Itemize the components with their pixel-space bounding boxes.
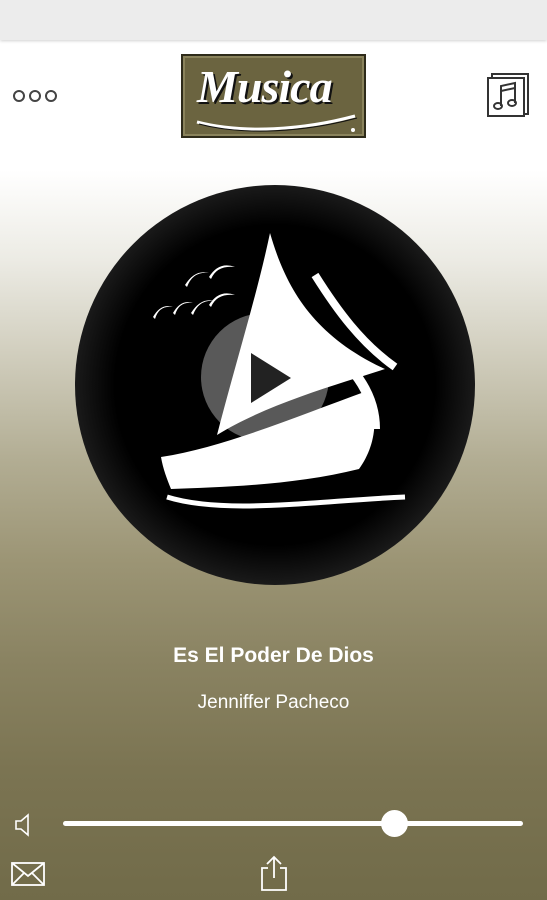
menu-dot — [13, 90, 25, 102]
song-title: Es El Poder De Dios — [173, 644, 374, 667]
playlist-button[interactable] — [486, 72, 532, 118]
more-dots-icon[interactable] — [13, 86, 63, 106]
volume-slider[interactable] — [63, 810, 523, 837]
album-artwork[interactable] — [75, 185, 475, 585]
song-artist: Jenniffer Pacheco — [197, 692, 350, 713]
speaker-icon[interactable] — [12, 812, 38, 838]
music-note-icon — [487, 73, 529, 117]
volume-slider-thumb[interactable] — [381, 810, 409, 837]
play-button[interactable] — [201, 313, 329, 441]
status-bar — [0, 0, 547, 40]
app-logo: Musica — [181, 54, 366, 138]
share-button[interactable] — [258, 854, 290, 892]
menu-dot — [45, 90, 57, 102]
mail-icon — [11, 862, 45, 886]
share-icon — [261, 855, 287, 891]
menu-dot — [29, 90, 41, 102]
mail-button[interactable] — [10, 860, 46, 888]
logo-text: Musica — [197, 61, 333, 112]
